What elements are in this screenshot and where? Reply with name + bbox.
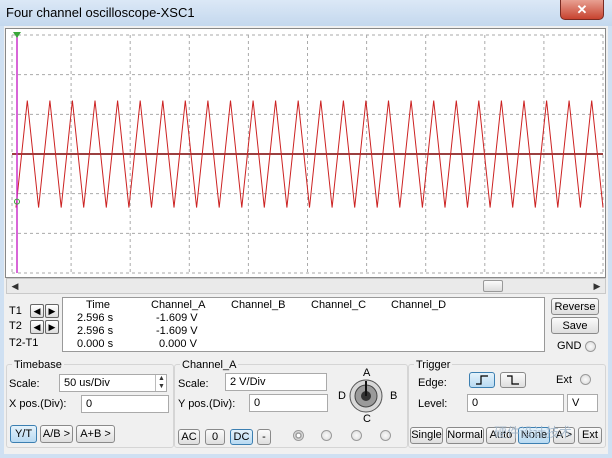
mode-a-plus-b-button[interactable]: A+B > — [76, 425, 115, 443]
dt-time: 0.000 s — [77, 338, 114, 350]
mode-ab-button[interactable]: A/B > — [40, 425, 73, 443]
scope-display — [11, 32, 604, 274]
screen-scrollbar[interactable]: ◀ ▶ — [6, 278, 606, 294]
t2-channel-a: -1.609 V — [156, 325, 198, 337]
channel-d-radio-icon[interactable] — [380, 430, 391, 441]
scope-screen[interactable] — [5, 28, 606, 278]
channel-scale-input[interactable]: 2 V/Div — [225, 373, 327, 391]
window-title: Four channel oscilloscope-XSC1 — [6, 5, 195, 20]
scroll-thumb[interactable] — [483, 280, 503, 292]
coupling-zero-button[interactable]: 0 — [205, 429, 225, 445]
t2-label: T2 — [9, 320, 22, 332]
measurement-table — [62, 297, 545, 352]
trigger-single-button[interactable]: Single — [410, 427, 443, 444]
channel-ypos-label: Y pos.(Div): — [178, 398, 236, 410]
gnd-terminal-icon[interactable] — [585, 341, 596, 352]
t2-time: 2.596 s — [77, 325, 114, 337]
gnd-label: GND — [557, 340, 582, 352]
trigger-ext-button[interactable]: Ext — [578, 427, 602, 444]
t2-t1-label: T2-T1 — [9, 337, 39, 349]
timebase-title: Timebase — [12, 359, 64, 371]
t2-right-arrow-icon[interactable]: ▶ — [45, 320, 59, 334]
trigger-ext-label: Ext — [556, 374, 572, 386]
trigger-title: Trigger — [414, 359, 453, 371]
close-button[interactable]: ✕ — [560, 0, 604, 20]
timebase-spinner-icon[interactable]: ▲ ▼ — [155, 375, 167, 391]
t2-left-arrow-icon[interactable]: ◀ — [30, 320, 44, 334]
t1-left-arrow-icon[interactable]: ◀ — [30, 304, 44, 318]
rising-edge-icon — [476, 375, 488, 385]
timebase-scale-label: Scale: — [9, 378, 40, 390]
channel-title: Channel_A — [180, 359, 239, 371]
knob-label-d: D — [338, 390, 346, 402]
channel-b-radio-icon[interactable] — [321, 430, 332, 441]
header-channel-d: Channel_D — [391, 299, 447, 311]
header-channel-a: Channel_A — [151, 299, 206, 311]
coupling-ac-button[interactable]: AC — [178, 429, 200, 445]
coupling-minus-button[interactable]: - — [257, 429, 271, 445]
trigger-ext-icon[interactable] — [580, 374, 591, 385]
save-button[interactable]: Save — [551, 317, 599, 334]
t1-right-arrow-icon[interactable]: ▶ — [45, 304, 59, 318]
scroll-right-icon[interactable]: ▶ — [589, 279, 605, 293]
reverse-button[interactable]: Reverse — [551, 298, 599, 315]
t1-time: 2.596 s — [77, 312, 114, 324]
trigger-level-input[interactable]: 0 — [467, 394, 564, 412]
close-icon: ✕ — [576, 2, 588, 17]
falling-edge-icon — [507, 375, 519, 385]
channel-a-radio-icon[interactable] — [293, 430, 304, 441]
header-channel-c: Channel_C — [311, 299, 367, 311]
dt-channel-a: 0.000 V — [159, 338, 197, 350]
falling-edge-button[interactable] — [500, 372, 526, 388]
timebase-xpos-label: X pos.(Div): — [9, 398, 67, 410]
channel-knob-icon[interactable] — [348, 378, 384, 414]
timebase-scale-input[interactable]: 50 us/Div — [59, 374, 167, 392]
channel-c-radio-icon[interactable] — [351, 430, 362, 441]
channel-scale-label: Scale: — [178, 378, 209, 390]
trigger-normal-button[interactable]: Normal — [446, 427, 484, 444]
trigger-edge-label: Edge: — [418, 377, 447, 389]
timebase-xpos-input[interactable]: 0 — [81, 395, 169, 413]
coupling-dc-button[interactable]: DC — [230, 429, 253, 445]
header-time: Time — [86, 299, 111, 311]
trigger-level-label: Level: — [418, 398, 448, 410]
scroll-left-icon[interactable]: ◀ — [7, 279, 23, 293]
mode-yt-button[interactable]: Y/T — [10, 425, 37, 443]
t1-label: T1 — [9, 305, 22, 317]
watermark-text: 硬件设计技术 — [494, 425, 573, 440]
channel-ypos-input[interactable]: 0 — [249, 394, 328, 412]
t1-channel-a: -1.609 V — [156, 312, 198, 324]
rising-edge-button[interactable] — [469, 372, 495, 388]
knob-label-b: B — [390, 390, 398, 402]
header-channel-b: Channel_B — [231, 299, 286, 311]
trigger-level-unit[interactable]: V — [567, 394, 598, 412]
knob-label-c: C — [363, 413, 371, 425]
